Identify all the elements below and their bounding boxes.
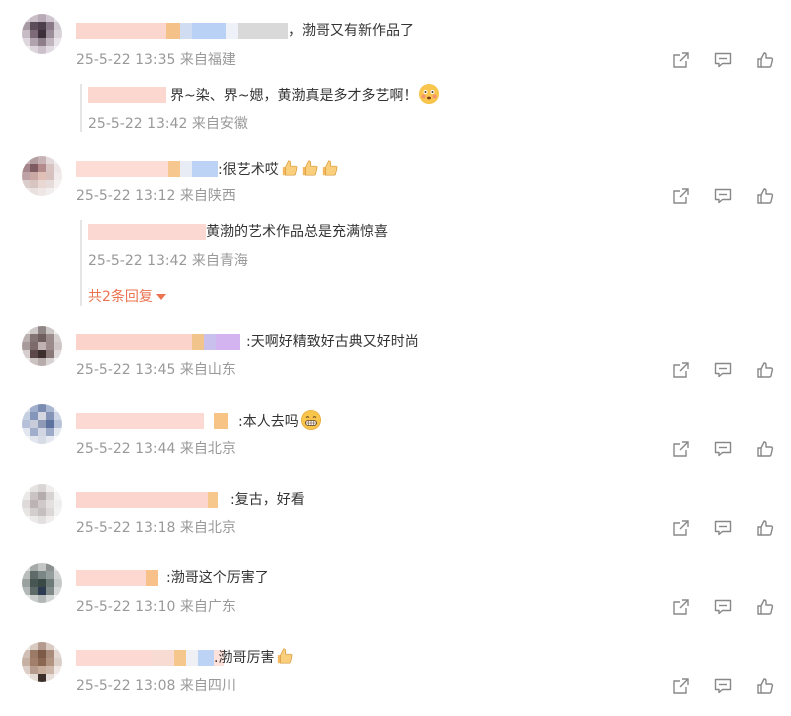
reply-text: 黄渤的艺术作品总是充满惊喜 [206,224,388,240]
reply-username[interactable] [88,84,166,106]
share-icon[interactable] [671,518,691,538]
comment-text: ，渤哥又有新作品了 [288,23,414,39]
avatar[interactable] [22,404,62,444]
reply-divider [80,220,82,306]
comment-text: :复古，好看 [230,492,305,508]
reply-username[interactable] [88,221,206,243]
more-replies-label: 共2条回复 [88,289,153,305]
comment-text: :很艺术哎 [218,159,339,181]
username[interactable] [76,647,224,669]
username[interactable] [76,158,218,180]
share-icon[interactable] [671,50,691,70]
comment-icon[interactable] [713,676,733,696]
avatar[interactable] [22,326,62,366]
share-icon[interactable] [671,186,691,206]
avatar[interactable] [22,14,62,54]
comment-text: .渤哥厉害 [214,647,294,669]
reply-text: 界~染、界~媤，黄渤真是多才多艺啊！ [170,84,440,107]
avatar[interactable] [22,563,62,603]
comment-text: :渤哥这个厉害了 [166,570,269,586]
comment-meta: 25-5-22 13:45 来自山东 [76,362,236,378]
comment-actions [671,360,775,380]
comment-actions [671,50,775,70]
like-icon[interactable] [755,676,775,696]
like-icon[interactable] [755,50,775,70]
username[interactable] [76,489,218,511]
comment-actions [671,439,775,459]
comment-actions [671,518,775,538]
share-icon[interactable] [671,439,691,459]
comment-meta: 25-5-22 13:12 来自陕西 [76,188,236,204]
comment-meta: 25-5-22 13:18 来自北京 [76,520,236,536]
comment-text: :天啊好精致好古典又好时尚 [246,334,419,350]
comment-icon[interactable] [713,439,733,459]
comment-icon[interactable] [713,186,733,206]
comment-actions [671,186,775,206]
thumbs-up-icon [301,159,319,177]
comment-icon[interactable] [713,597,733,617]
username[interactable] [76,567,158,589]
grin-emoji-icon [300,410,321,430]
username[interactable] [76,331,240,353]
comment-text-content: :本人去吗 [238,414,299,430]
avatar[interactable] [22,484,62,524]
comment-actions [671,676,775,696]
comment-text-content: :很艺术哎 [218,162,279,178]
comment-icon[interactable] [713,50,733,70]
comment-meta: 25-5-22 13:35 来自福建 [76,52,236,68]
comment-icon[interactable] [713,518,733,538]
comment-text: :本人去吗 [238,410,321,433]
reply-meta: 25-5-22 13:42 来自青海 [88,253,248,269]
comment-meta: 25-5-22 13:10 来自广东 [76,599,236,615]
like-icon[interactable] [755,439,775,459]
share-icon[interactable] [671,597,691,617]
reply-meta: 25-5-22 13:42 来自安徽 [88,116,248,132]
comment-actions [671,597,775,617]
comment-meta: 25-5-22 13:08 来自四川 [76,678,236,694]
caret-down-icon [155,294,166,300]
share-icon[interactable] [671,676,691,696]
thumbs-up-icon [321,159,339,177]
like-icon[interactable] [755,360,775,380]
like-icon[interactable] [755,186,775,206]
comment-text-content: .渤哥厉害 [214,650,275,666]
flushed-emoji-icon [419,84,440,104]
thumbs-up-icon [276,647,294,665]
comment-meta: 25-5-22 13:44 来自北京 [76,441,236,457]
avatar[interactable] [22,156,62,196]
reply-divider [80,84,82,132]
comment-icon[interactable] [713,360,733,380]
like-icon[interactable] [755,597,775,617]
thumbs-up-icon [281,159,299,177]
share-icon[interactable] [671,360,691,380]
like-icon[interactable] [755,518,775,538]
avatar[interactable] [22,642,62,682]
username[interactable] [76,20,288,42]
reply-text-content: 界~染、界~媤，黄渤真是多才多艺啊！ [170,88,418,104]
username[interactable] [76,410,228,432]
more-replies-link[interactable]: 共2条回复 [88,287,166,307]
